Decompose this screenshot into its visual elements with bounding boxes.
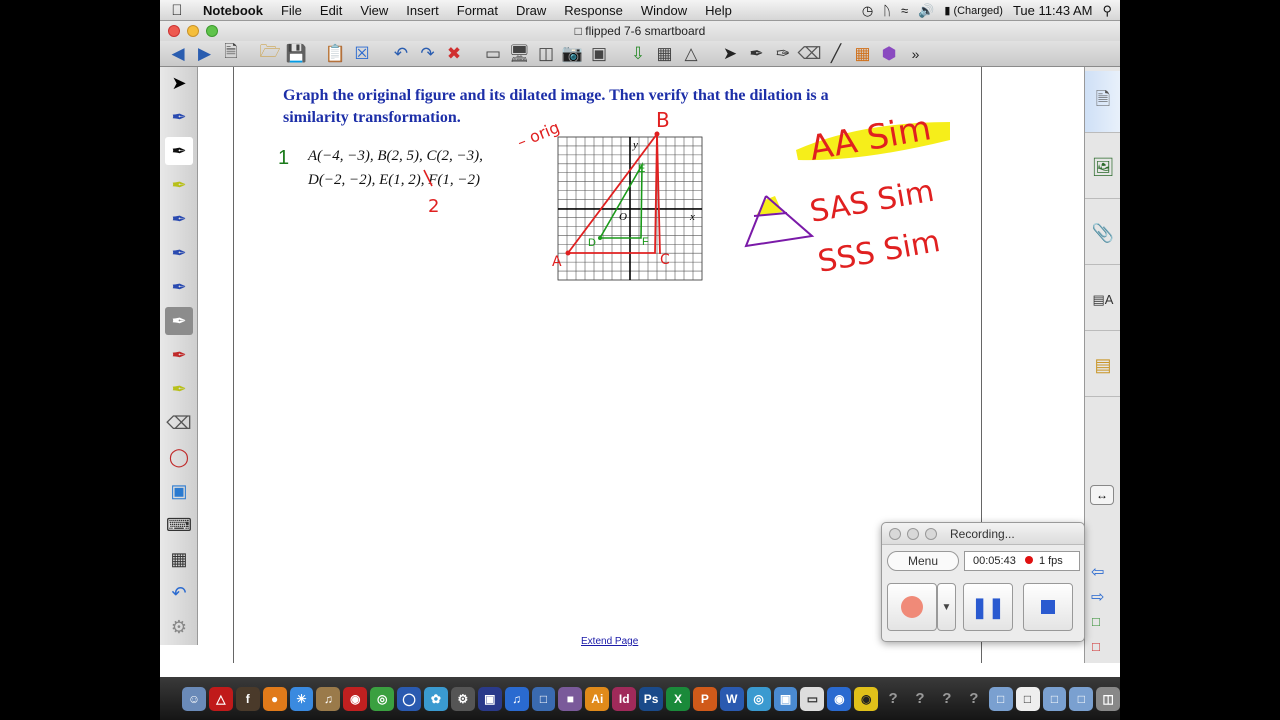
recording-indicator-icon: [1024, 556, 1033, 564]
recorder-dock-icon[interactable]: ◉: [854, 686, 879, 711]
page-bottom-strip: [160, 663, 1120, 677]
pause-button[interactable]: ❚❚: [963, 583, 1013, 631]
finder-dock-icon[interactable]: ☺: [182, 686, 206, 711]
app2-dock-icon[interactable]: ■: [558, 686, 583, 711]
photoshop-dock-icon[interactable]: Ps: [639, 686, 664, 711]
tools-dock-icon[interactable]: ⚙: [450, 686, 475, 711]
side-tab-bar: 🗎 🖼 📎 ▤A ▤ ↔ ⇦ ⇨ □ □: [1084, 67, 1120, 663]
recording-elapsed: 00:05:43: [973, 555, 1016, 567]
firefox-dock-icon[interactable]: ●: [262, 686, 287, 711]
stop-button[interactable]: [1023, 583, 1073, 631]
acrobat-dock-icon[interactable]: △: [208, 686, 233, 711]
attachments-tab-icon[interactable]: 📎: [1085, 203, 1120, 265]
label-a: A: [552, 254, 562, 270]
folder-1-dock-icon[interactable]: □: [988, 686, 1013, 711]
unknown-app-1-icon[interactable]: ?: [881, 687, 905, 711]
previous-page-icon[interactable]: ⇦: [1091, 562, 1104, 582]
itunes-dock-icon[interactable]: ♫: [504, 686, 529, 711]
record-options-dropdown[interactable]: ▼: [937, 583, 956, 631]
document-dock-icon[interactable]: □: [1015, 686, 1040, 711]
recording-status: 00:05:43 1 fps: [964, 551, 1080, 571]
excel-dock-icon[interactable]: X: [666, 686, 690, 711]
unknown-app-4-icon[interactable]: ?: [962, 687, 986, 711]
unknown-app-2-icon[interactable]: ?: [908, 687, 932, 711]
orig-annotation: – orig: [514, 118, 562, 152]
photo-dock-icon[interactable]: ▣: [477, 686, 502, 711]
app3-dock-icon[interactable]: ◎: [746, 686, 771, 711]
indesign-dock-icon[interactable]: Id: [612, 686, 637, 711]
scale-factor-annotation: 2: [428, 196, 439, 217]
word-dock-icon[interactable]: W: [719, 686, 744, 711]
delete-page-small-icon[interactable]: □: [1092, 639, 1100, 654]
recording-zoom-button[interactable]: [925, 528, 937, 540]
page-sorter-tab-icon[interactable]: 🗎: [1085, 71, 1120, 133]
origin-label: O: [619, 211, 627, 223]
dock: ☺ △ f ● ☀ ♫ ◉ ◎ ◯ ✿ ⚙ ▣ ♫ □ ■ Ai Id Ps X…: [160, 677, 1120, 720]
gallery-tab-icon[interactable]: 🖼: [1085, 137, 1120, 199]
point-b-marker: [654, 131, 660, 137]
pause-icon: ❚❚: [971, 596, 1005, 619]
recording-window[interactable]: Recording... Menu 00:05:43 1 fps ▼ ❚❚: [881, 522, 1085, 642]
powerpoint-dock-icon[interactable]: P: [692, 686, 717, 711]
safari-dock-icon[interactable]: ✿: [424, 686, 448, 711]
screen:  Notebook File Edit View Insert Format …: [160, 0, 1120, 720]
recording-minimize-button[interactable]: [907, 528, 919, 540]
point-a-marker: [565, 250, 571, 256]
strike-through-mark: [423, 169, 433, 187]
label-e: E: [638, 163, 645, 175]
dropdown-arrow-icon: ▼: [941, 601, 952, 613]
smart-notebook-dock-icon[interactable]: ▣: [773, 686, 798, 711]
app5-dock-icon[interactable]: ◉: [827, 686, 852, 711]
app-dock-icon[interactable]: □: [531, 686, 556, 711]
recording-title: Recording...: [950, 527, 1015, 541]
criterion-sas-sim: SAS Sim: [807, 174, 936, 230]
media-dock-icon[interactable]: ◉: [343, 686, 368, 711]
app4-dock-icon[interactable]: ▭: [800, 686, 825, 711]
trash-dock-icon[interactable]: ◫: [1096, 686, 1120, 711]
flash-dock-icon[interactable]: f: [235, 686, 260, 711]
recording-fps: 1 fps: [1038, 555, 1063, 567]
label-c: C: [660, 252, 670, 268]
instrument-dock-icon[interactable]: ♫: [316, 686, 341, 711]
record-icon: [901, 596, 923, 618]
x-axis-label: x: [689, 211, 695, 223]
point-d-marker: [598, 236, 602, 240]
label-b: B: [656, 108, 670, 132]
folder-3-dock-icon[interactable]: □: [1069, 686, 1094, 711]
globe-dock-icon[interactable]: ◯: [397, 686, 422, 711]
y-axis-label: y: [632, 139, 638, 151]
label-d: D: [588, 237, 596, 249]
criterion-aa-sim: AA Sim: [807, 108, 935, 169]
chrome-dock-icon[interactable]: ◎: [370, 686, 395, 711]
label-f: F: [642, 236, 649, 248]
recording-close-button[interactable]: [889, 528, 901, 540]
unknown-app-3-icon[interactable]: ?: [935, 687, 959, 711]
purple-triangle: [744, 195, 815, 248]
recording-title-bar[interactable]: Recording...: [882, 523, 1084, 545]
folder-2-dock-icon[interactable]: □: [1042, 686, 1067, 711]
criterion-sss-sim: SSS Sim: [815, 224, 942, 280]
record-button[interactable]: [887, 583, 937, 631]
expand-sidebar-icon[interactable]: ↔: [1090, 485, 1114, 505]
stop-icon: [1041, 600, 1055, 614]
add-page-small-icon[interactable]: □: [1092, 614, 1100, 629]
properties-tab-icon[interactable]: ▤A: [1085, 269, 1120, 331]
addons-tab-icon[interactable]: ▤: [1085, 335, 1120, 397]
dashboard-dock-icon[interactable]: ☀: [289, 686, 314, 711]
next-page-icon[interactable]: ⇨: [1091, 587, 1104, 607]
illustrator-dock-icon[interactable]: Ai: [585, 686, 610, 711]
recording-menu-button[interactable]: Menu: [887, 551, 959, 571]
